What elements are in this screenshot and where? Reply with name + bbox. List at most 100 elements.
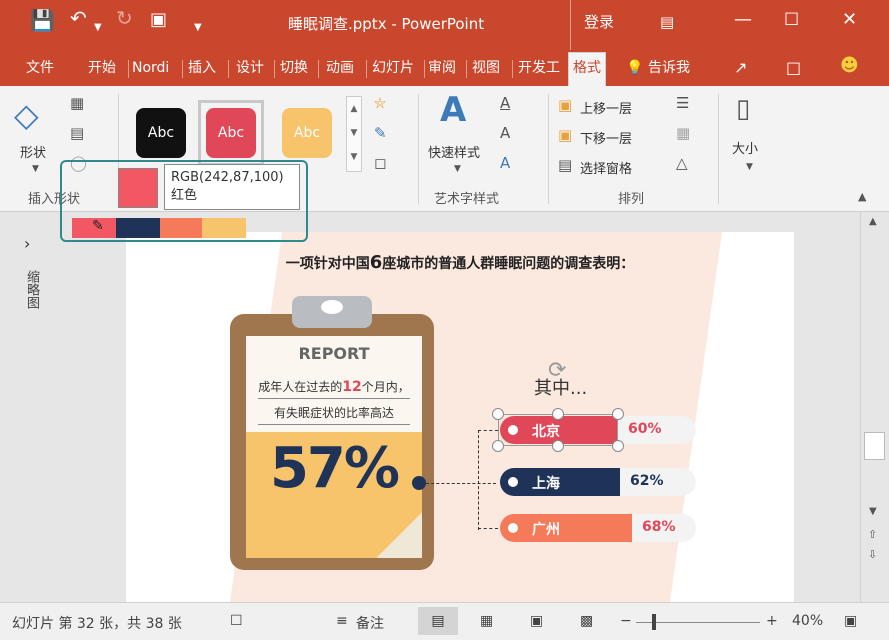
close-button[interactable]: ✕ (842, 10, 857, 30)
fit-slide-icon[interactable]: ▣ (844, 613, 857, 629)
smiley-icon[interactable]: ☻ (840, 56, 859, 76)
tab-format[interactable]: 格式 (568, 52, 606, 86)
wordart-a-icon[interactable]: A (440, 90, 466, 130)
style-swatch-red[interactable]: Abc (206, 108, 256, 158)
palette-swatch-3[interactable] (202, 218, 246, 238)
tab-file[interactable]: 文件 (26, 58, 54, 78)
share-icon[interactable]: ↗ (734, 58, 747, 78)
art-group-label: 艺术字样式 (434, 192, 500, 207)
shape-dropdown-icon[interactable]: ▼ (32, 164, 39, 174)
undo-icon[interactable]: ↶ (70, 8, 87, 28)
send-backward-icon[interactable]: ▣ (558, 126, 572, 144)
rotate-icon[interactable]: △ (676, 154, 688, 172)
eyedropper-icon[interactable]: ✎ (92, 218, 104, 234)
window-title: 睡眠调查.pptx - PowerPoint (288, 15, 485, 33)
shape-icon[interactable]: ◇ (14, 96, 39, 134)
scroll-down-icon[interactable]: ▼ (869, 506, 877, 517)
selection-handle[interactable] (492, 408, 504, 420)
tab-nordri[interactable]: Nordi (132, 58, 178, 78)
edit-shape-icon[interactable]: ▦ (70, 94, 84, 112)
size-button[interactable]: 大小 (732, 138, 758, 157)
scroll-up-icon[interactable]: ▲ (869, 216, 877, 227)
undo-dropdown-icon[interactable]: ▼ (94, 18, 102, 38)
text-fill-icon[interactable]: A (500, 94, 510, 112)
selection-handle[interactable] (552, 440, 564, 452)
report-divider (258, 398, 410, 399)
paper-curl (376, 512, 422, 558)
selection-pane-icon[interactable]: ▤ (558, 156, 572, 174)
shape-button[interactable]: 形状 (20, 142, 46, 161)
expand-pane-icon[interactable]: › (24, 234, 30, 253)
redo-icon[interactable]: ↻ (116, 8, 133, 28)
city-row-guangzhou[interactable]: 广州 68% (500, 514, 696, 542)
tab-view[interactable]: 视图 (472, 58, 500, 78)
reading-view-icon[interactable]: ▣ (530, 613, 543, 629)
bring-forward-button[interactable]: 上移一层 (580, 98, 632, 117)
textbox-icon[interactable]: ▤ (70, 124, 84, 142)
size-dropdown-icon[interactable]: ▼ (746, 162, 753, 172)
comment-icon[interactable]: □ (786, 58, 801, 78)
tab-animations[interactable]: 动画 (326, 58, 354, 78)
style-swatch-black[interactable]: Abc (136, 108, 186, 158)
text-effects-icon[interactable]: A (500, 154, 510, 172)
palette-swatch-2[interactable] (160, 218, 202, 238)
slide-sorter-icon[interactable]: ▦ (480, 613, 493, 629)
prev-slide-icon[interactable]: ⇧ (868, 528, 877, 541)
notes-icon[interactable]: ≡ (336, 613, 348, 629)
selection-handle[interactable] (612, 408, 624, 420)
shape-outline-icon[interactable]: ✎ (374, 124, 387, 142)
scroll-thumb[interactable] (864, 432, 885, 460)
city-bar-guangzhou (500, 514, 632, 542)
tab-developer[interactable]: 开发工 (518, 58, 566, 78)
tab-design[interactable]: 设计 (236, 58, 264, 78)
save-icon[interactable]: 💾 (30, 10, 55, 30)
style-gallery-scroll[interactable]: ▲ ▼ ▼ (346, 96, 362, 172)
zoom-in-icon[interactable]: + (766, 613, 778, 629)
selection-pane-button[interactable]: 选择窗格 (580, 158, 632, 177)
customize-toolbar-icon[interactable]: ▼ (194, 18, 202, 38)
zoom-level[interactable]: 40% (792, 613, 823, 629)
thumbnail-label[interactable]: 缩略图 (22, 270, 41, 309)
zoom-slider-thumb[interactable] (652, 614, 656, 630)
maximize-button[interactable]: ☐ (784, 10, 799, 30)
slide-canvas[interactable]: 一项针对中国6座城市的普通人群睡眠问题的调查表明： REPORT 成年人在过去的… (126, 232, 794, 602)
zoom-out-icon[interactable]: − (620, 613, 632, 629)
align-icon[interactable]: ☰ (676, 94, 689, 112)
next-slide-icon[interactable]: ⇩ (868, 548, 877, 561)
palette-swatch-1[interactable] (116, 218, 160, 238)
quick-style-button[interactable]: 快速样式 (428, 142, 480, 161)
minimize-button[interactable]: — (734, 10, 752, 30)
spelling-icon[interactable]: ☐ (230, 613, 243, 629)
text-outline-icon[interactable]: A (500, 124, 510, 142)
tab-insert[interactable]: 插入 (188, 58, 216, 78)
ribbon-display-icon[interactable]: ▤ (660, 12, 674, 32)
size-icon[interactable]: ▯ (736, 94, 750, 124)
collapse-ribbon-icon[interactable]: ▲ (858, 190, 866, 203)
selection-handle[interactable] (552, 408, 564, 420)
present-icon[interactable]: ▣ (150, 10, 167, 30)
send-backward-button[interactable]: 下移一层 (580, 128, 632, 147)
color-tooltip: RGB(242,87,100) 红色 (164, 164, 300, 210)
tell-me-search[interactable]: 告诉我 (648, 58, 690, 78)
signin-link[interactable]: 登录 (584, 12, 614, 32)
connector-line-bottom (478, 528, 498, 529)
normal-view-button[interactable]: ▤ (418, 607, 458, 635)
big-percent: 57% (269, 436, 400, 501)
quick-style-dropdown-icon[interactable]: ▼ (454, 164, 461, 174)
notes-button[interactable]: 备注 (356, 613, 384, 633)
shape-effects-icon[interactable]: ◻ (374, 154, 386, 172)
style-swatch-yellow[interactable]: Abc (282, 108, 332, 158)
bring-forward-icon[interactable]: ▣ (558, 96, 572, 114)
slideshow-icon[interactable]: ▩ (580, 613, 593, 629)
tab-slideshow[interactable]: 幻灯片 (372, 58, 414, 78)
vertical-scrollbar[interactable]: ▲ ▼ ⇧ ⇩ (860, 212, 889, 602)
selection-handle[interactable] (612, 440, 624, 452)
shape-fill-icon[interactable]: ⛦ (374, 94, 386, 112)
group-icon[interactable]: ▦ (676, 124, 690, 142)
tab-transitions[interactable]: 切换 (280, 58, 308, 78)
slide-count: 幻灯片 第 32 张，共 38 张 (12, 616, 182, 632)
city-row-shanghai[interactable]: 上海 62% (500, 468, 696, 496)
selection-handle[interactable] (492, 440, 504, 452)
tab-review[interactable]: 审阅 (428, 58, 456, 78)
tab-home[interactable]: 开始 (88, 58, 116, 78)
